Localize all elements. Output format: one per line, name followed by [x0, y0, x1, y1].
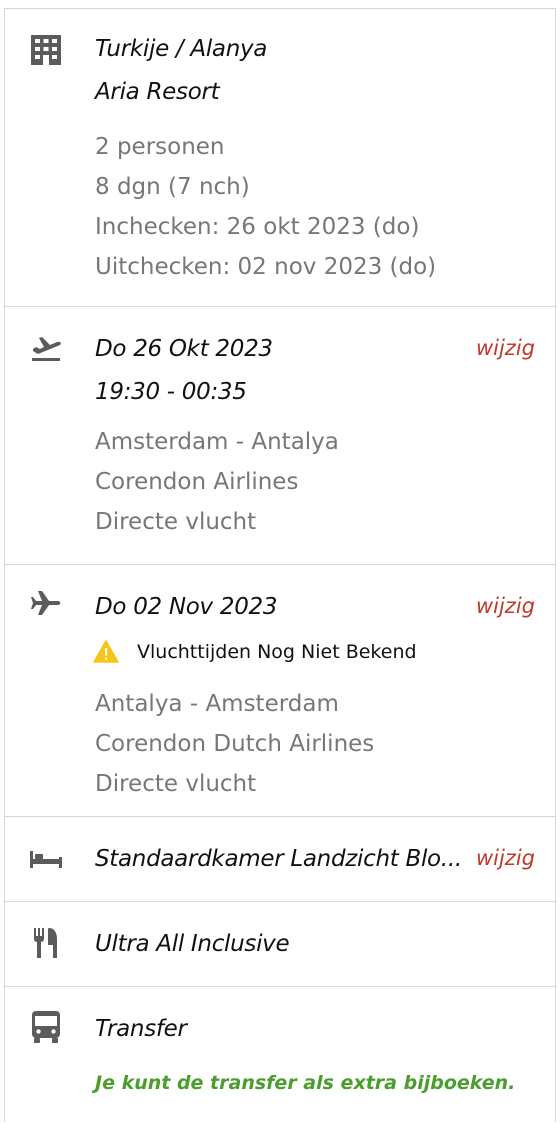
outbound-details: Amsterdam - Antalya Corendon Airlines Di… [95, 422, 339, 542]
room-section: Standaardkamer Landzicht Blo... wijzig [5, 816, 555, 902]
hotel-details: 2 personen 8 dgn (7 nch) Inchecken: 26 o… [95, 127, 436, 287]
cutlery-icon [29, 926, 63, 960]
hotel-section: Turkije / Alanya Aria Resort 2 personen … [5, 9, 555, 307]
return-flight-section: Do 02 Nov 2023 wijzig Vluchttijden Nog N… [5, 564, 555, 817]
duration-text: 8 dgn (7 nch) [95, 174, 250, 200]
building-icon [29, 33, 63, 67]
return-type: Directe vlucht [95, 771, 257, 797]
hotel-location: Turkije / Alanya [95, 36, 268, 62]
outbound-route: Amsterdam - Antalya [95, 429, 339, 455]
outbound-flight-section: Do 26 Okt 2023 wijzig 19:30 - 00:35 Amst… [5, 306, 555, 565]
outbound-airline: Corendon Airlines [95, 469, 299, 495]
flight-times-warning: Vluchttijden Nog Niet Bekend [93, 640, 417, 663]
outbound-date: Do 26 Okt 2023 [95, 336, 273, 362]
board-type: Ultra All Inclusive [95, 931, 290, 957]
return-details: Antalya - Amsterdam Corendon Dutch Airli… [95, 684, 374, 804]
change-outbound-flight-link[interactable]: wijzig [476, 336, 535, 360]
bus-icon [29, 1010, 63, 1044]
outbound-time: 19:30 - 00:35 [95, 379, 247, 405]
change-room-link[interactable]: wijzig [476, 846, 535, 870]
return-route: Antalya - Amsterdam [95, 691, 339, 717]
warning-icon [93, 640, 119, 663]
transfer-title: Transfer [95, 1016, 187, 1042]
bed-icon [29, 842, 63, 876]
booking-summary-card: Turkije / Alanya Aria Resort 2 personen … [4, 8, 556, 1122]
warning-text: Vluchttijden Nog Niet Bekend [137, 640, 417, 663]
persons-text: 2 personen [95, 134, 225, 160]
room-name: Standaardkamer Landzicht Blo... [95, 846, 462, 872]
transfer-add-note[interactable]: Je kunt de transfer als extra bijboeken. [95, 1072, 515, 1094]
return-date: Do 02 Nov 2023 [95, 594, 278, 620]
transfer-section: Transfer Je kunt de transfer als extra b… [5, 986, 555, 1123]
outbound-type: Directe vlucht [95, 509, 257, 535]
checkout-text: Uitchecken: 02 nov 2023 (do) [95, 254, 437, 280]
plane-return-icon [29, 588, 63, 622]
change-return-flight-link[interactable]: wijzig [476, 594, 535, 618]
return-airline: Corendon Dutch Airlines [95, 731, 375, 757]
checkin-text: Inchecken: 26 okt 2023 (do) [95, 214, 420, 240]
hotel-name: Aria Resort [95, 79, 220, 105]
board-section: Ultra All Inclusive [5, 901, 555, 987]
plane-departure-icon [29, 330, 63, 364]
